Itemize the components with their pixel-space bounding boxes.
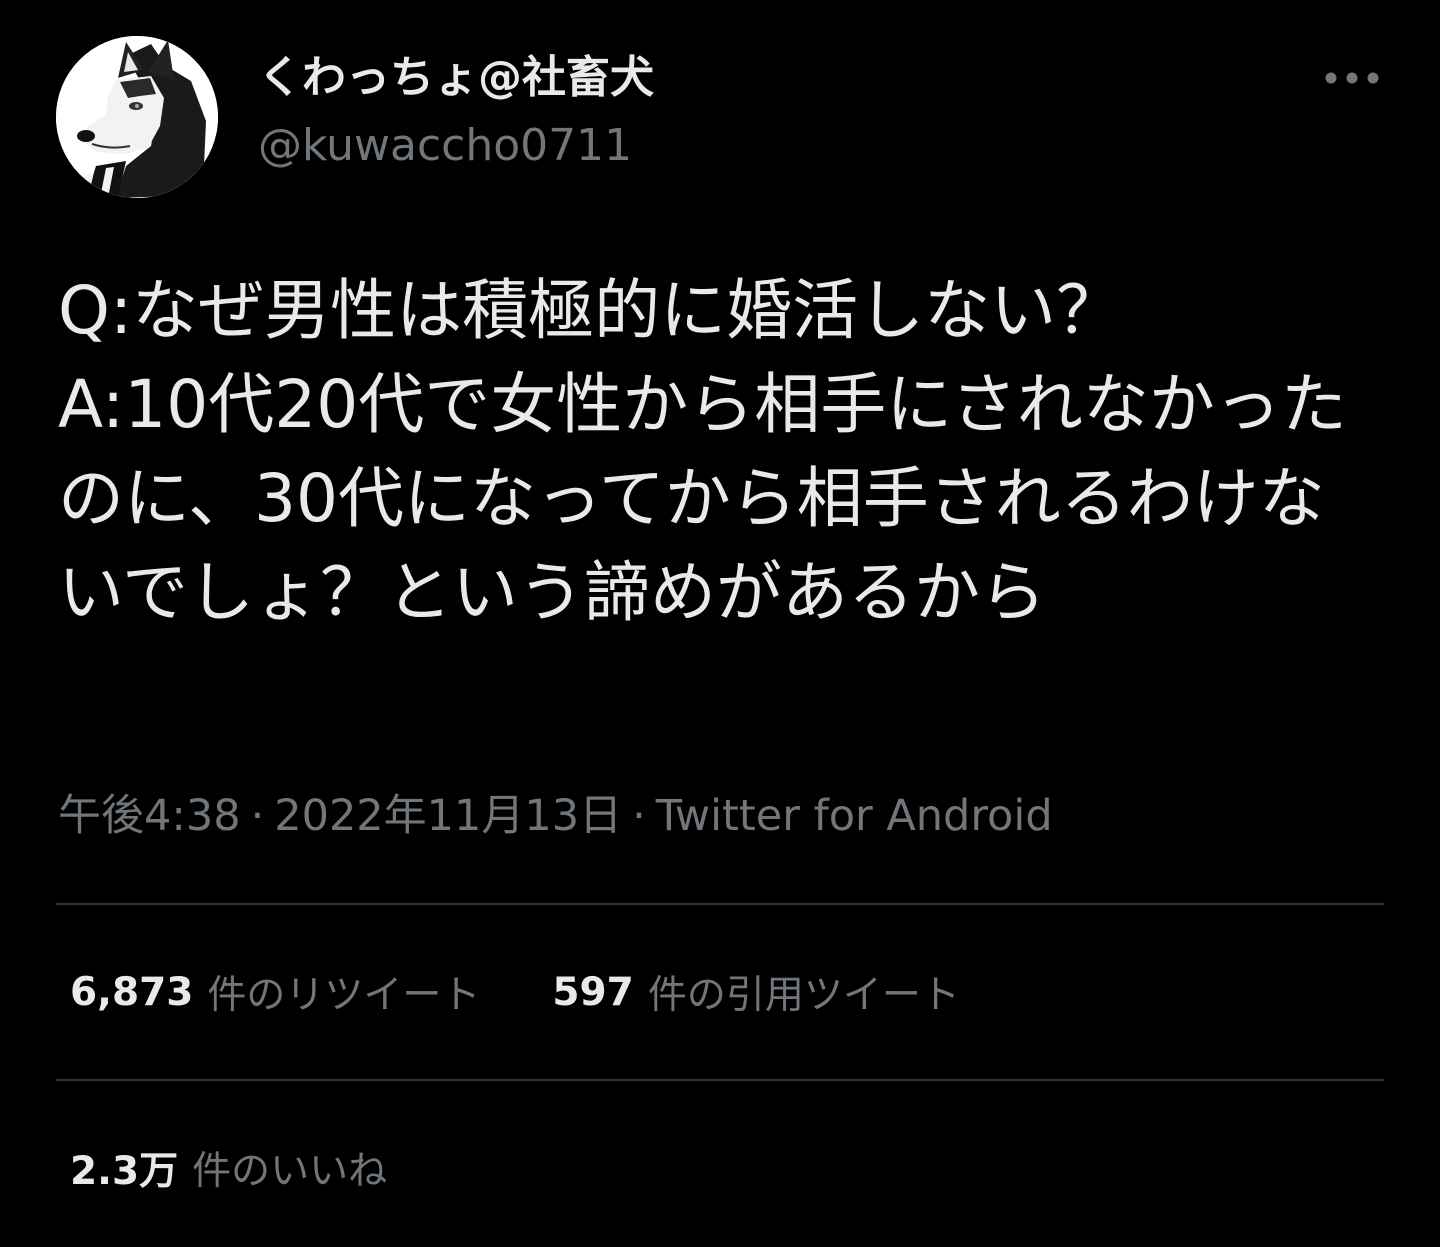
retweets-count: 6,873 — [70, 969, 194, 1015]
quotes-count: 597 — [552, 969, 634, 1015]
more-horizontal-icon — [1325, 72, 1379, 84]
stats-row-likes: 2.3万 件のいいね — [70, 1140, 387, 1196]
divider — [56, 903, 1384, 905]
likes-count: 2.3万 — [70, 1149, 179, 1194]
quotes-stat[interactable]: 597 件の引用ツイート — [552, 964, 959, 1020]
tweet-meta: 午後4:38 · 2022年11月13日 · Twitter for Android — [58, 790, 1053, 842]
retweets-label: 件のリツイート — [207, 973, 481, 1018]
stats-row-retweets-quotes: 6,873 件のリツイート 597 件の引用ツイート — [70, 964, 960, 1020]
husky-dog-avatar-icon — [56, 36, 218, 198]
meta-separator: · — [250, 791, 265, 841]
tweet-text: Q:なぜ男性は積極的に婚活しない？ A:10代20代で女性から相手にされなかった… — [58, 272, 1347, 631]
tweet-time[interactable]: 午後4:38 — [58, 791, 241, 841]
quotes-label: 件の引用ツイート — [647, 973, 960, 1018]
divider — [56, 1079, 1384, 1081]
likes-stat[interactable]: 2.3万 件のいいね — [70, 1140, 387, 1196]
likes-label: 件のいいね — [192, 1149, 388, 1194]
tweet: くわっちょ@社畜犬 @kuwaccho0711 Q:なぜ男性は積極的に婚活しない… — [0, 0, 1440, 1247]
user-handle[interactable]: @kuwaccho0711 — [258, 118, 632, 174]
display-name[interactable]: くわっちょ@社畜犬 — [258, 50, 654, 106]
more-options-button[interactable] — [1320, 56, 1384, 100]
avatar[interactable] — [56, 36, 218, 198]
tweet-date[interactable]: 2022年11月13日 — [274, 791, 622, 841]
meta-separator: · — [632, 791, 646, 841]
tweet-source[interactable]: Twitter for Android — [656, 791, 1053, 841]
retweets-stat[interactable]: 6,873 件のリツイート — [70, 964, 480, 1020]
